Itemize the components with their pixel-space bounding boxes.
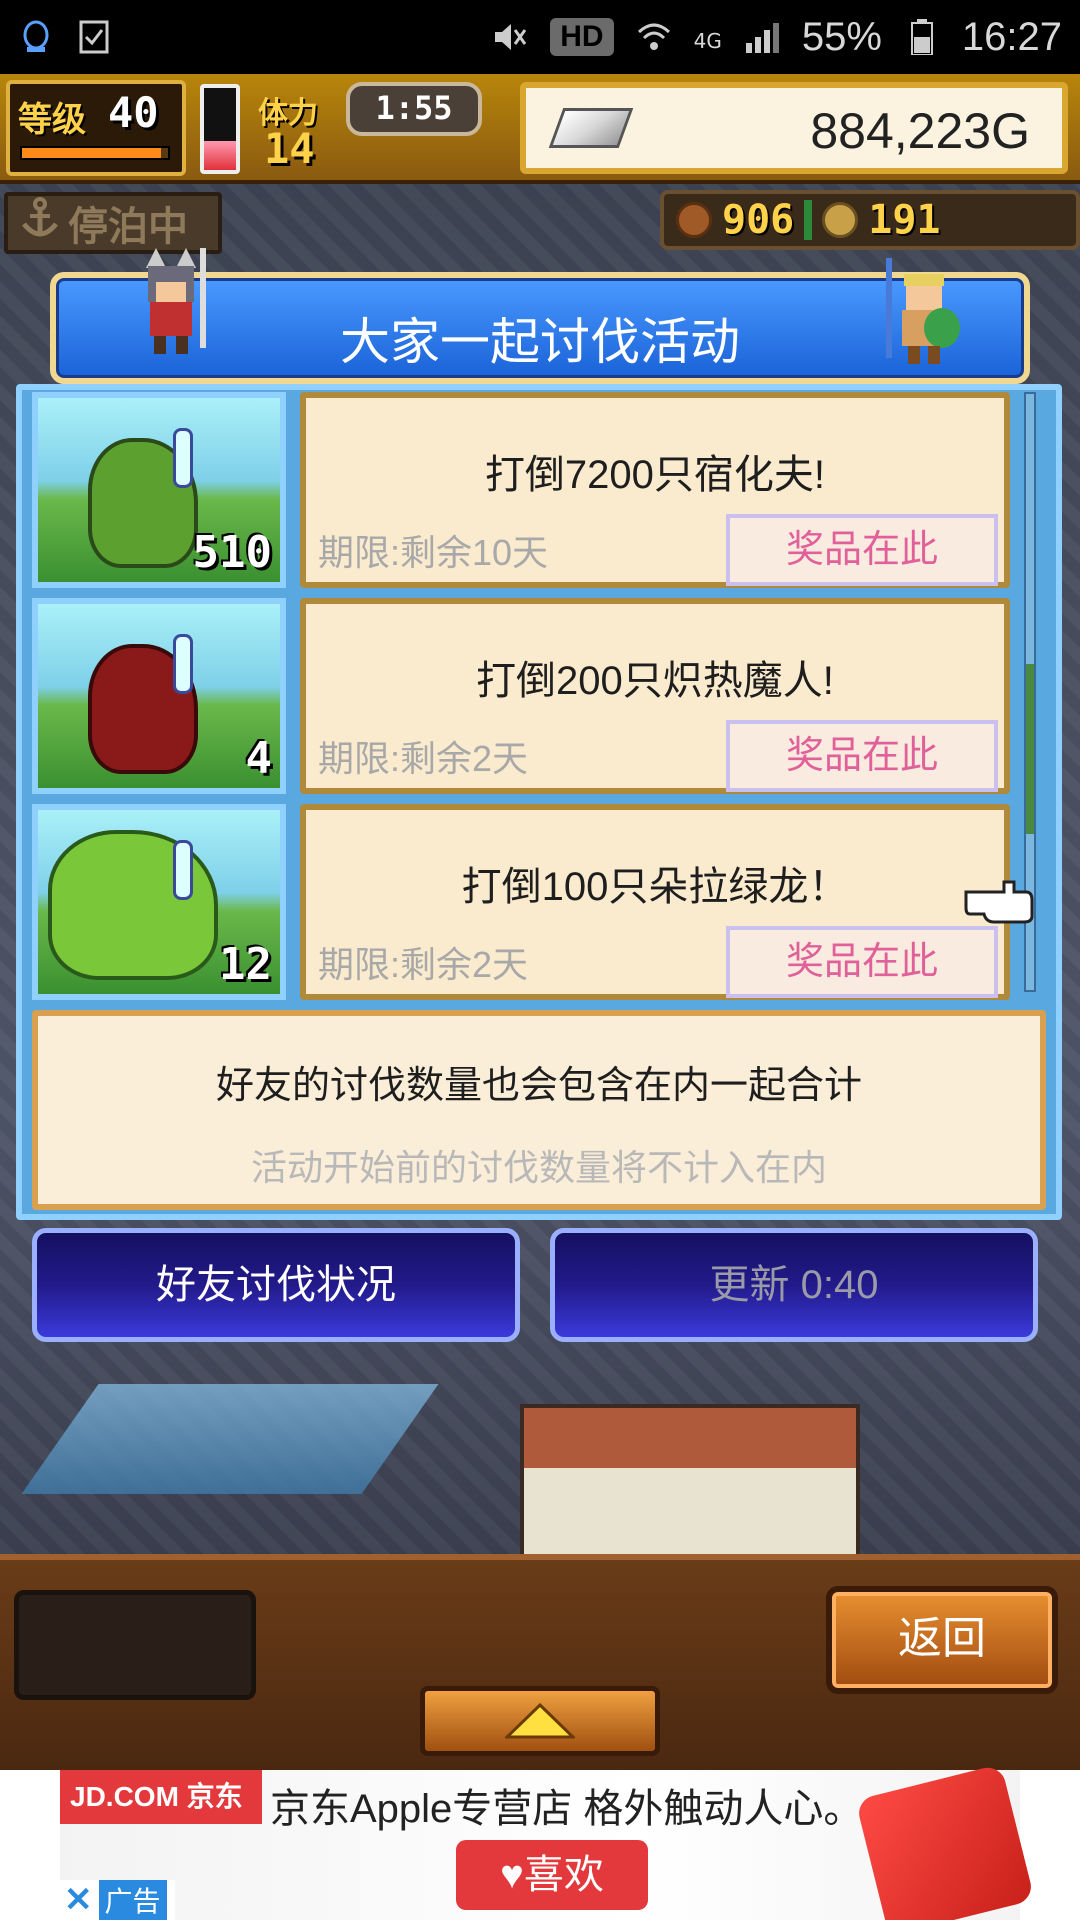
gold-display: 884,223G bbox=[520, 82, 1068, 174]
scrollbar-thumb[interactable] bbox=[1026, 664, 1034, 834]
level-progress-fill bbox=[22, 148, 161, 158]
stamina-gauge bbox=[200, 84, 240, 174]
quest-monster-thumbnail[interactable]: 4 bbox=[32, 598, 286, 794]
info-line-friends: 好友的讨伐数量也会包含在内一起合计 bbox=[215, 1065, 862, 1107]
hd-badge: HD bbox=[550, 18, 614, 56]
expand-up-button[interactable] bbox=[420, 1686, 660, 1756]
quest-monster-thumbnail[interactable]: 12 bbox=[32, 804, 286, 1000]
qq-notification-icon bbox=[18, 19, 54, 55]
back-button[interactable]: 返回 bbox=[826, 1586, 1058, 1694]
resource-2-value: 191 bbox=[868, 197, 941, 243]
pointer-hand-icon bbox=[964, 880, 1034, 924]
resource-divider bbox=[804, 200, 813, 240]
bottom-slot[interactable] bbox=[14, 1590, 256, 1700]
docked-label: 停泊中 bbox=[68, 204, 188, 250]
exclamation-icon bbox=[173, 634, 193, 694]
meat-icon bbox=[676, 202, 712, 238]
ad-brand: JD.COM 京东 bbox=[60, 1770, 262, 1824]
quest-row: 510 打倒7200只宿化夫! 期限:剩余10天 奖品在此 bbox=[32, 392, 1010, 588]
quest-kill-count: 12 bbox=[219, 939, 272, 990]
close-icon[interactable]: ✕ bbox=[60, 1880, 93, 1920]
mute-icon bbox=[492, 19, 528, 55]
ad-close-button[interactable]: ✕ 广告 bbox=[60, 1880, 175, 1920]
prize-button[interactable]: 奖品在此 bbox=[726, 514, 998, 586]
background-water bbox=[21, 1384, 439, 1494]
task-check-icon bbox=[76, 19, 112, 55]
quest-row: 12 打倒100只朵拉绿龙！ 期限:剩余2天 奖品在此 bbox=[32, 804, 1010, 1000]
quest-card: 打倒7200只宿化夫! 期限:剩余10天 奖品在此 bbox=[300, 392, 1010, 588]
quest-kill-count: 4 bbox=[245, 733, 273, 784]
stamina-timer: 1:55 bbox=[346, 82, 482, 136]
network-type: 4G bbox=[693, 28, 722, 53]
ad-headline: 京东Apple专营店 格外触动人心。 bbox=[270, 1787, 864, 1831]
quest-kill-count: 510 bbox=[192, 527, 272, 578]
friend-status-button[interactable]: 好友讨伐状况 bbox=[32, 1228, 520, 1342]
signal-icon bbox=[744, 19, 780, 55]
stamina-fill bbox=[204, 141, 236, 170]
anchor-icon bbox=[18, 196, 62, 250]
battery-icon bbox=[904, 19, 940, 55]
exclamation-icon bbox=[173, 840, 193, 900]
resource-1-value: 906 bbox=[722, 197, 795, 243]
up-arrow-icon bbox=[505, 1703, 575, 1739]
quest-deadline: 期限:剩余10天 bbox=[318, 532, 549, 573]
ad-banner[interactable]: JD.COM 京东 京东Apple专营店 格外触动人心。 ♥喜欢 ✕ 广告 bbox=[0, 1763, 1080, 1920]
quest-row: 4 打倒200只炽热魔人! 期限:剩余2天 奖品在此 bbox=[32, 598, 1010, 794]
wifi-icon bbox=[636, 19, 672, 55]
quest-card: 打倒200只炽热魔人! 期限:剩余2天 奖品在此 bbox=[300, 598, 1010, 794]
quest-card: 打倒100只朵拉绿龙！ 期限:剩余2天 奖品在此 bbox=[300, 804, 1010, 1000]
silver-ingot-icon bbox=[548, 108, 634, 148]
level-box: 等级 40 bbox=[6, 80, 186, 176]
info-line-note: 活动开始前的讨伐数量将不计入在内 bbox=[250, 1147, 827, 1188]
ad-label: 广告 bbox=[98, 1880, 167, 1920]
prize-button[interactable]: 奖品在此 bbox=[726, 720, 998, 792]
bottom-bar: 返回 bbox=[0, 1554, 1080, 1770]
level-progress-bar bbox=[20, 146, 170, 160]
refresh-button[interactable]: 更新 0:40 bbox=[550, 1228, 1038, 1342]
medal-icon bbox=[822, 202, 859, 238]
level-value: 40 bbox=[108, 88, 159, 137]
prize-button[interactable]: 奖品在此 bbox=[726, 926, 998, 998]
archer-hero-sprite bbox=[886, 258, 960, 364]
level-label: 等级 bbox=[18, 100, 86, 140]
quest-title: 打倒7200只宿化夫! bbox=[484, 453, 826, 497]
gold-value: 884,223G bbox=[810, 103, 1030, 159]
quest-deadline: 期限:剩余2天 bbox=[318, 944, 529, 985]
resource-box: 906 191 bbox=[660, 190, 1080, 250]
exclamation-icon bbox=[173, 428, 193, 488]
quest-title: 打倒200只炽热魔人! bbox=[476, 659, 834, 703]
clock: 16:27 bbox=[961, 14, 1062, 59]
event-header: 大家一起讨伐活动 bbox=[50, 248, 1030, 384]
ad-like-button[interactable]: ♥喜欢 bbox=[456, 1840, 648, 1910]
battery-percent: 55% bbox=[801, 14, 882, 59]
quest-title: 打倒100只朵拉绿龙！ bbox=[461, 865, 849, 909]
quest-deadline: 期限:剩余2天 bbox=[318, 738, 529, 779]
quest-monster-thumbnail[interactable]: 510 bbox=[32, 392, 286, 588]
docked-status[interactable]: 停泊中 bbox=[4, 192, 222, 254]
status-bar: HD 4G 55% 16:27 bbox=[0, 0, 1080, 74]
top-hud: 等级 40 体力 14 1:55 884,223G bbox=[0, 74, 1080, 184]
stamina-value: 14 bbox=[264, 124, 315, 173]
event-info-box: 好友的讨伐数量也会包含在内一起合计 活动开始前的讨伐数量将不计入在内 bbox=[32, 1010, 1046, 1210]
